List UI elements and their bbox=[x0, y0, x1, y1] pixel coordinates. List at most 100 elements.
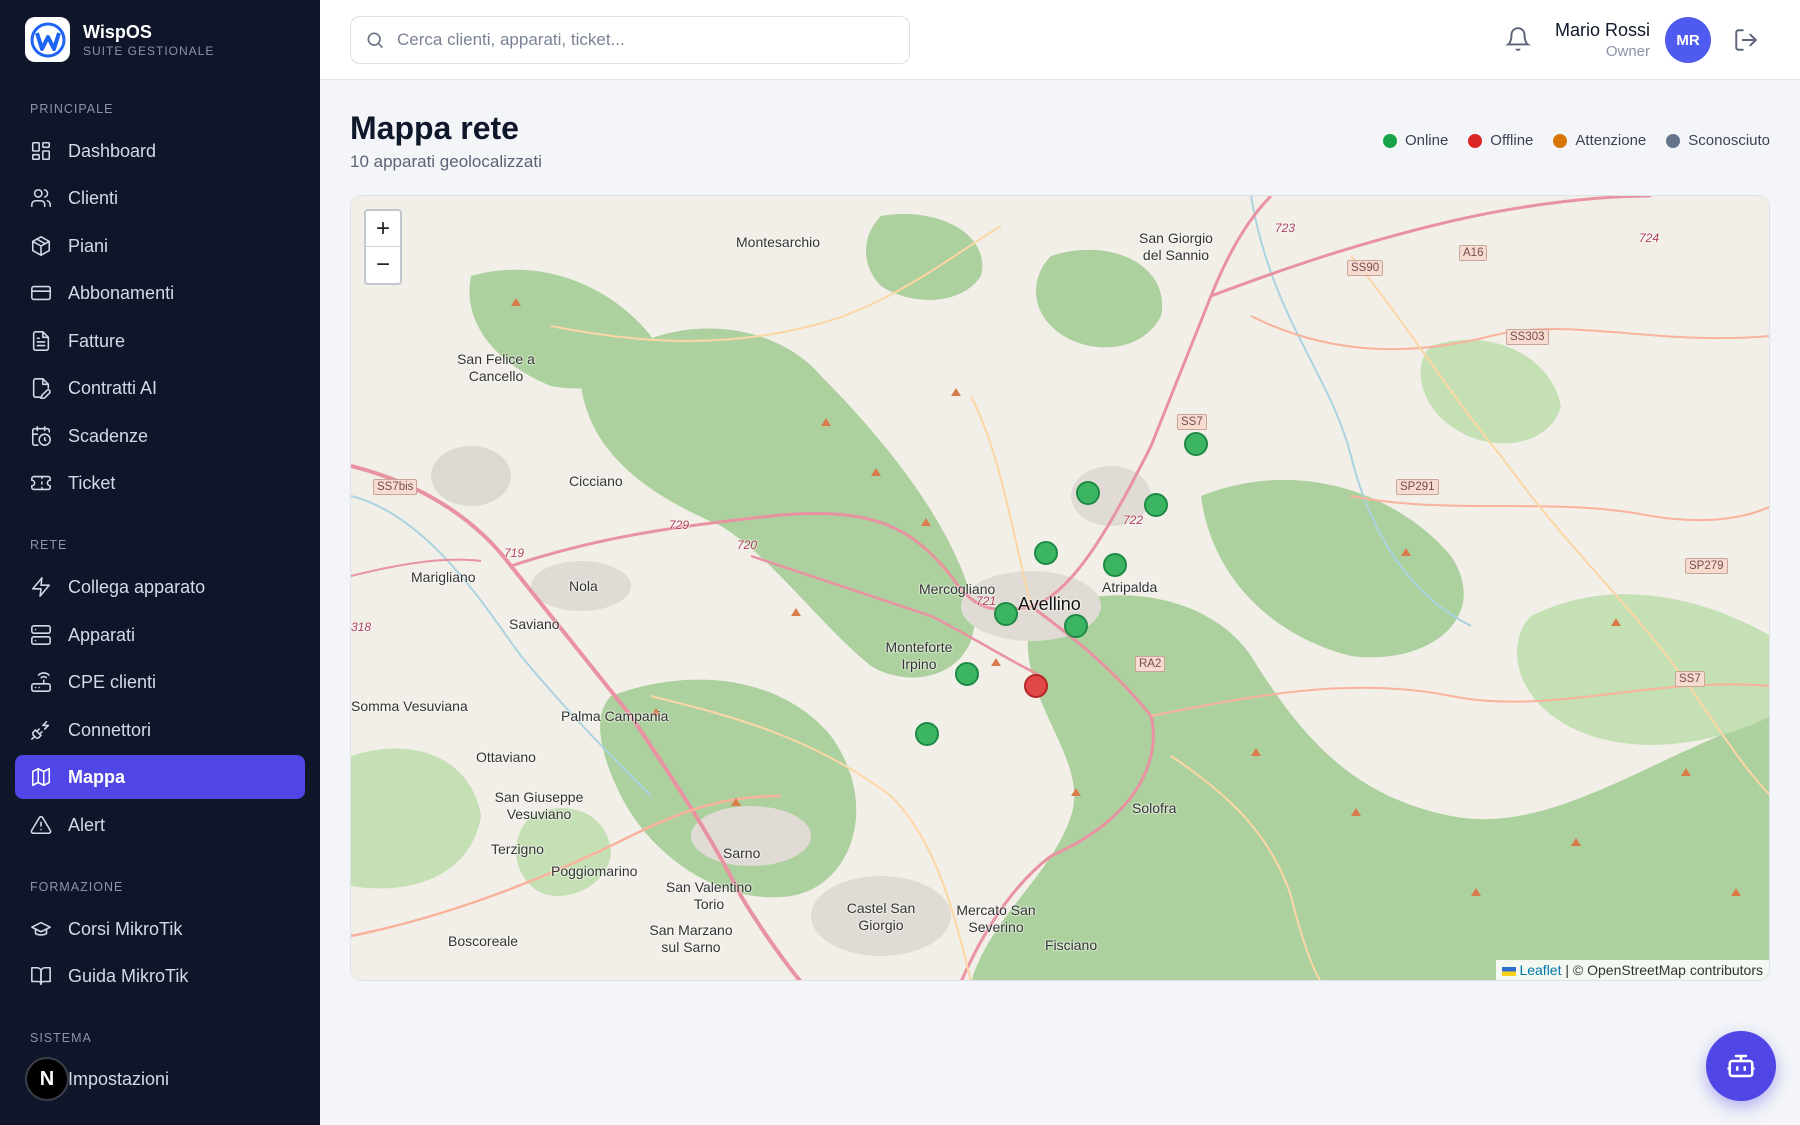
graduation-cap-icon bbox=[30, 918, 52, 940]
sidebar-item-label: Piani bbox=[68, 235, 109, 256]
sidebar-item-piani[interactable]: Piani bbox=[15, 224, 305, 268]
brand-name: WispOS bbox=[83, 21, 152, 42]
sidebar-item-label: CPE clienti bbox=[68, 671, 157, 692]
sidebar-item-label: Guida MikroTik bbox=[68, 965, 189, 986]
map-place-label: San Marzano sul Sarno bbox=[649, 922, 733, 955]
file-text-icon bbox=[30, 330, 52, 352]
device-marker-online[interactable] bbox=[1184, 432, 1208, 456]
sidebar-item-label: Dashboard bbox=[68, 140, 157, 161]
package-icon bbox=[30, 235, 52, 257]
device-marker-online[interactable] bbox=[1034, 541, 1058, 565]
road-shield: A16 bbox=[1459, 245, 1488, 261]
map-legend: Online Offline Attenzione Sconosciuto bbox=[1363, 132, 1770, 149]
sidebar-item-label: Corsi MikroTik bbox=[68, 918, 183, 939]
sidebar-item-dashboard[interactable]: Dashboard bbox=[15, 129, 305, 173]
zoom-control: + − bbox=[364, 209, 402, 285]
sidebar: WispOS SUITE GESTIONALE PRINCIPALE Dashb… bbox=[0, 0, 320, 1125]
sidebar-item-alert[interactable]: Alert bbox=[15, 803, 305, 847]
sidebar-item-scadenze[interactable]: Scadenze bbox=[15, 414, 305, 458]
road-number-label: 729 bbox=[669, 518, 690, 532]
search-input[interactable] bbox=[397, 30, 877, 50]
device-marker-online[interactable] bbox=[1103, 553, 1127, 577]
sidebar-item-abbonamenti[interactable]: Abbonamenti bbox=[15, 271, 305, 315]
road-shield: SS303 bbox=[1506, 329, 1549, 345]
sidebar-item-label: Ticket bbox=[68, 472, 116, 493]
road-shield: SS90 bbox=[1347, 260, 1384, 276]
credit-card-icon bbox=[30, 282, 52, 304]
sidebar-item-fatture[interactable]: Fatture bbox=[15, 319, 305, 363]
map-place-label: Saviano bbox=[509, 616, 560, 632]
map-place-label: Terzigno bbox=[491, 841, 544, 857]
device-marker-offline[interactable] bbox=[1024, 674, 1048, 698]
sidebar-item-label: Abbonamenti bbox=[68, 282, 175, 303]
users-icon bbox=[30, 187, 52, 209]
attribution-text: | © OpenStreetMap contributors bbox=[1561, 962, 1763, 978]
sidebar-item-collega-apparato[interactable]: Collega apparato bbox=[15, 565, 305, 609]
ai-assistant-button[interactable] bbox=[1706, 1031, 1776, 1101]
device-marker-online[interactable] bbox=[1076, 481, 1100, 505]
legend-label: Sconosciuto bbox=[1688, 132, 1770, 149]
sidebar-item-corsi-mikrotik[interactable]: Corsi MikroTik bbox=[15, 907, 305, 951]
dashboard-icon bbox=[30, 140, 52, 162]
sidebar-item-label: Fatture bbox=[68, 330, 126, 351]
zap-icon bbox=[30, 576, 52, 598]
user-info[interactable]: Mario Rossi Owner bbox=[1550, 18, 1650, 62]
unknown-dot-icon bbox=[1666, 133, 1681, 148]
map-place-label: Atripalda bbox=[1102, 579, 1158, 595]
device-marker-online[interactable] bbox=[1064, 614, 1088, 638]
legend-item-offline: Offline bbox=[1468, 132, 1533, 149]
warning-dot-icon bbox=[1553, 133, 1568, 148]
sidebar-item-label: Alert bbox=[68, 814, 106, 835]
sidebar-item-apparati[interactable]: Apparati bbox=[15, 613, 305, 657]
map-place-label: Palma Campania bbox=[561, 708, 669, 724]
sidebar-item-label: Mappa bbox=[68, 766, 126, 787]
road-number-label: 318 bbox=[351, 620, 372, 634]
user-role: Owner bbox=[1605, 43, 1650, 60]
sidebar-item-contratti-ai[interactable]: Contratti AI bbox=[15, 366, 305, 410]
online-dot-icon bbox=[1382, 133, 1397, 148]
search-icon bbox=[367, 32, 384, 49]
avatar[interactable]: MR bbox=[1665, 17, 1711, 63]
sidebar-item-ticket[interactable]: Ticket bbox=[15, 461, 305, 505]
map-place-label: San Giuseppe Vesuviano bbox=[494, 789, 584, 822]
sidebar-item-cpe-clienti[interactable]: CPE clienti bbox=[15, 660, 305, 704]
map-place-label: Boscoreale bbox=[448, 933, 519, 949]
device-marker-online[interactable] bbox=[915, 722, 939, 746]
device-marker-online[interactable] bbox=[1144, 493, 1168, 517]
calendar-clock-icon bbox=[30, 425, 52, 447]
sidebar-item-connettori[interactable]: Connettori bbox=[15, 708, 305, 752]
sidebar-item-label: Clienti bbox=[68, 187, 119, 208]
brand[interactable]: WispOS SUITE GESTIONALE bbox=[25, 17, 214, 62]
bot-icon bbox=[1727, 1054, 1755, 1078]
zoom-out-button[interactable]: − bbox=[366, 247, 400, 283]
sidebar-item-guida-mikrotik[interactable]: Guida MikroTik bbox=[15, 954, 305, 998]
legend-label: Online bbox=[1404, 132, 1449, 149]
road-number-label: 719 bbox=[504, 546, 525, 560]
logout-icon[interactable] bbox=[1733, 27, 1759, 53]
alert-triangle-icon bbox=[30, 814, 52, 836]
leaflet-link[interactable]: Leaflet bbox=[1519, 962, 1561, 978]
notifications-bell-icon[interactable] bbox=[1505, 26, 1533, 54]
map-place-label: Montesarchio bbox=[736, 234, 821, 250]
map-place-label: San Felice a Cancello bbox=[457, 351, 535, 384]
road-number-label: 724 bbox=[1639, 231, 1660, 245]
legend-item-sconosciuto: Sconosciuto bbox=[1666, 132, 1770, 149]
network-map[interactable]: Montesarchio San Giorgio del Sannio San … bbox=[350, 195, 1770, 981]
map-place-label: Somma Vesuviana bbox=[351, 698, 468, 714]
sidebar-item-mappa[interactable]: Mappa bbox=[15, 755, 305, 799]
section-label-rete: RETE bbox=[30, 538, 68, 552]
sidebar-item-label: Impostazioni bbox=[68, 1068, 170, 1089]
offline-dot-icon bbox=[1468, 133, 1483, 148]
sidebar-item-clienti[interactable]: Clienti bbox=[15, 176, 305, 220]
search-box[interactable] bbox=[350, 16, 910, 64]
plug-icon bbox=[30, 719, 52, 741]
device-marker-online[interactable] bbox=[994, 602, 1018, 626]
zoom-in-button[interactable]: + bbox=[366, 211, 400, 247]
wisp-logo-icon bbox=[25, 17, 70, 62]
router-icon bbox=[30, 671, 52, 693]
device-marker-online[interactable] bbox=[955, 662, 979, 686]
dev-tools-badge[interactable]: N bbox=[25, 1057, 69, 1101]
road-number-label: 723 bbox=[1275, 221, 1296, 235]
book-open-icon bbox=[30, 965, 52, 987]
map-place-label: Cicciano bbox=[569, 473, 623, 489]
